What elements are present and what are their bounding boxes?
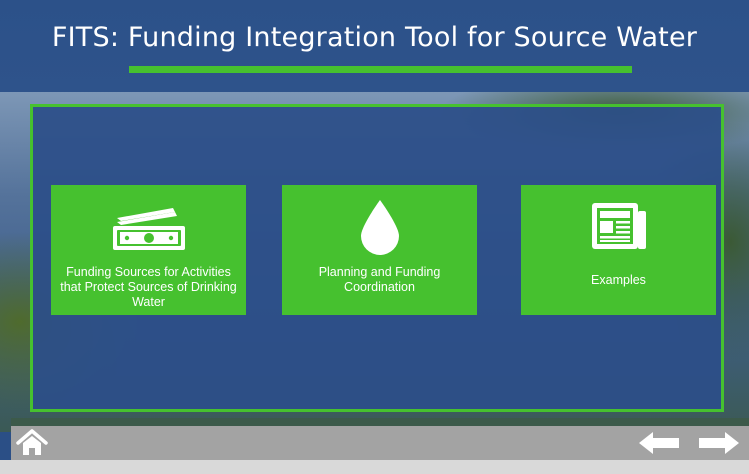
- arrow-left-icon: [639, 432, 679, 454]
- page-title: FITS: Funding Integration Tool for Sourc…: [51, 22, 698, 53]
- previous-button[interactable]: [637, 430, 681, 456]
- examples-label: Examples: [591, 273, 646, 287]
- next-button[interactable]: [697, 430, 741, 456]
- home-button[interactable]: [14, 426, 50, 460]
- landscape-strip: [11, 418, 749, 426]
- money-icon: [109, 199, 189, 255]
- footer-bar: [0, 460, 749, 474]
- funding-sources-button[interactable]: Funding Sources for Activities that Prot…: [51, 185, 246, 315]
- newspaper-icon: [588, 199, 650, 255]
- home-icon: [16, 429, 48, 455]
- header: FITS: Funding Integration Tool for Sourc…: [0, 0, 749, 92]
- planning-coordination-label: Planning and Funding Coordination: [318, 265, 441, 294]
- arrow-right-icon: [699, 432, 739, 454]
- title-underline: [129, 66, 632, 73]
- funding-sources-label: Funding Sources for Activities that Prot…: [60, 265, 237, 309]
- water-drop-icon: [357, 199, 403, 255]
- planning-coordination-button[interactable]: Planning and Funding Coordination: [282, 185, 477, 315]
- examples-button[interactable]: Examples: [521, 185, 716, 315]
